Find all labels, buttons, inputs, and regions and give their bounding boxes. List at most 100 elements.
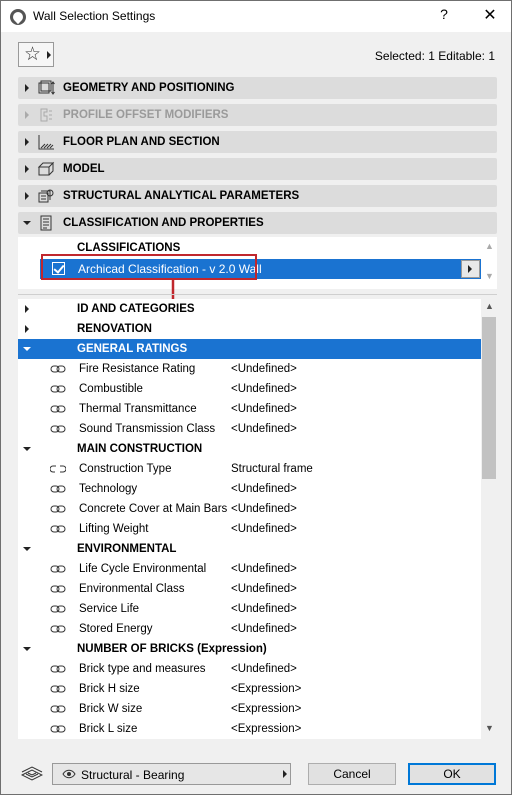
property-row[interactable]: Brick H size <Expression>	[18, 679, 481, 699]
property-name: Life Cycle Environmental	[79, 563, 207, 575]
expand-arrow-icon[interactable]	[25, 325, 29, 333]
property-name: Stored Energy	[79, 623, 153, 635]
group-name: ID AND CATEGORIES	[77, 303, 195, 315]
property-row[interactable]: Brick W size <Expression>	[18, 699, 481, 719]
star-icon: ☆	[24, 44, 42, 65]
property-name: Concrete Cover at Main Bars	[79, 503, 228, 515]
classifications-scrollbar[interactable]: ▲ ▼	[481, 237, 497, 289]
property-group-row[interactable]: MAIN CONSTRUCTION	[18, 439, 481, 459]
archicad-app-icon	[10, 9, 26, 25]
property-group-row[interactable]: GENERAL RATINGS	[18, 339, 481, 359]
scroll-down-icon[interactable]: ▼	[485, 723, 494, 733]
geometry-icon	[38, 80, 55, 95]
expand-arrow-icon	[25, 165, 29, 173]
collapse-arrow-icon[interactable]	[23, 647, 31, 651]
panel-label: GEOMETRY AND POSITIONING	[63, 82, 235, 94]
property-name: Brick L size	[79, 723, 138, 735]
link-icon	[50, 685, 66, 693]
property-group-row[interactable]: ENVIRONMENTAL	[18, 539, 481, 559]
property-row[interactable]: Lifting Weight <Undefined>	[18, 519, 481, 539]
collapse-arrow-icon[interactable]	[23, 547, 31, 551]
expand-arrow-icon	[25, 84, 29, 92]
help-button[interactable]: ?	[431, 6, 457, 26]
property-value[interactable]: Structural frame	[231, 463, 313, 475]
group-name: RENOVATION	[77, 323, 152, 335]
property-name: Brick W size	[79, 703, 143, 715]
title-bar: Wall Selection Settings ? ✕	[1, 1, 511, 32]
property-group-row[interactable]: NUMBER OF BRICKS (Expression)	[18, 639, 481, 659]
floor-plan-icon	[38, 135, 54, 150]
property-row[interactable]: Combustible <Undefined>	[18, 379, 481, 399]
property-group-row[interactable]: ID AND CATEGORIES	[18, 299, 481, 319]
scroll-down-icon[interactable]: ▼	[485, 271, 494, 281]
panel-label: STRUCTURAL ANALYTICAL PARAMETERS	[63, 190, 300, 202]
property-value[interactable]: <Undefined>	[231, 503, 297, 515]
collapse-arrow-icon[interactable]	[23, 347, 31, 351]
link-icon	[50, 705, 66, 713]
favorites-button[interactable]: ☆	[18, 42, 54, 67]
chevron-right-icon	[47, 51, 51, 59]
property-value[interactable]: <Undefined>	[231, 363, 297, 375]
panel-geometry-and-positioning[interactable]: GEOMETRY AND POSITIONING	[18, 77, 497, 99]
panel-floor-plan-and-section[interactable]: FLOOR PLAN AND SECTION	[18, 131, 497, 153]
eye-icon	[62, 769, 76, 779]
property-name: Thermal Transmittance	[79, 403, 197, 415]
property-row[interactable]: Thermal Transmittance <Undefined>	[18, 399, 481, 419]
property-group-row[interactable]: RENOVATION	[18, 319, 481, 339]
panel-profile-offset-modifiers: PROFILE OFFSET MODIFIERS	[18, 104, 497, 126]
scroll-up-icon[interactable]: ▲	[485, 241, 494, 251]
property-value[interactable]: <Undefined>	[231, 603, 297, 615]
unlink-icon	[50, 465, 66, 473]
property-row[interactable]: Brick type and measures <Undefined>	[18, 659, 481, 679]
property-row[interactable]: Technology <Undefined>	[18, 479, 481, 499]
cancel-button[interactable]: Cancel	[308, 763, 396, 785]
property-row[interactable]: Construction Type Structural frame	[18, 459, 481, 479]
property-row[interactable]: Sound Transmission Class <Undefined>	[18, 419, 481, 439]
property-value[interactable]: <Undefined>	[231, 583, 297, 595]
link-icon	[50, 385, 66, 393]
link-icon	[50, 585, 66, 593]
property-row[interactable]: Service Life <Undefined>	[18, 599, 481, 619]
link-icon	[50, 625, 66, 633]
property-row[interactable]: Environmental Class <Undefined>	[18, 579, 481, 599]
panel-model[interactable]: MODEL	[18, 158, 497, 180]
classification-menu-button[interactable]	[461, 260, 480, 278]
properties-scrollbar[interactable]: ▲ ▼	[481, 299, 497, 739]
property-row[interactable]: Fire Resistance Rating <Undefined>	[18, 359, 481, 379]
panel-label: FLOOR PLAN AND SECTION	[63, 136, 220, 148]
property-value[interactable]: <Undefined>	[231, 623, 297, 635]
property-value[interactable]: <Expression>	[231, 683, 301, 695]
panel-label: PROFILE OFFSET MODIFIERS	[63, 109, 229, 121]
expand-arrow-icon[interactable]	[25, 305, 29, 313]
property-name: Construction Type	[79, 463, 172, 475]
property-row[interactable]: Brick L size <Expression>	[18, 719, 481, 739]
property-value[interactable]: <Undefined>	[231, 663, 297, 675]
property-value[interactable]: <Undefined>	[231, 483, 297, 495]
close-button[interactable]: ✕	[475, 5, 505, 27]
ok-button[interactable]: OK	[408, 763, 496, 785]
panel-structural-analytical-parameters[interactable]: STRUCTURAL ANALYTICAL PARAMETERS	[18, 185, 497, 207]
collapse-arrow-icon	[23, 221, 31, 225]
panel-label: CLASSIFICATION AND PROPERTIES	[63, 217, 264, 229]
property-value[interactable]: <Undefined>	[231, 563, 297, 575]
property-value[interactable]: <Undefined>	[231, 423, 297, 435]
panel-classification-and-properties[interactable]: CLASSIFICATION AND PROPERTIES	[18, 212, 497, 234]
property-value[interactable]: <Undefined>	[231, 523, 297, 535]
property-value[interactable]: <Expression>	[231, 703, 301, 715]
wall-selection-settings-dialog: Wall Selection Settings ? ✕ ☆ Selected: …	[0, 0, 512, 795]
property-row[interactable]: Concrete Cover at Main Bars <Undefined>	[18, 499, 481, 519]
property-row[interactable]: Life Cycle Environmental <Undefined>	[18, 559, 481, 579]
group-name: NUMBER OF BRICKS (Expression)	[77, 643, 267, 655]
scrollbar-thumb[interactable]	[482, 317, 496, 479]
property-value[interactable]: <Undefined>	[231, 403, 297, 415]
property-value[interactable]: <Expression>	[231, 723, 301, 735]
scroll-up-icon[interactable]: ▲	[485, 301, 494, 311]
group-name: ENVIRONMENTAL	[77, 543, 177, 555]
expand-arrow-icon	[25, 192, 29, 200]
property-value[interactable]: <Undefined>	[231, 383, 297, 395]
collapse-arrow-icon[interactable]	[23, 447, 31, 451]
link-icon	[50, 565, 66, 573]
layer-icon	[21, 766, 43, 781]
property-row[interactable]: Stored Energy <Undefined>	[18, 619, 481, 639]
structural-function-dropdown[interactable]: Structural - Bearing	[52, 763, 291, 785]
